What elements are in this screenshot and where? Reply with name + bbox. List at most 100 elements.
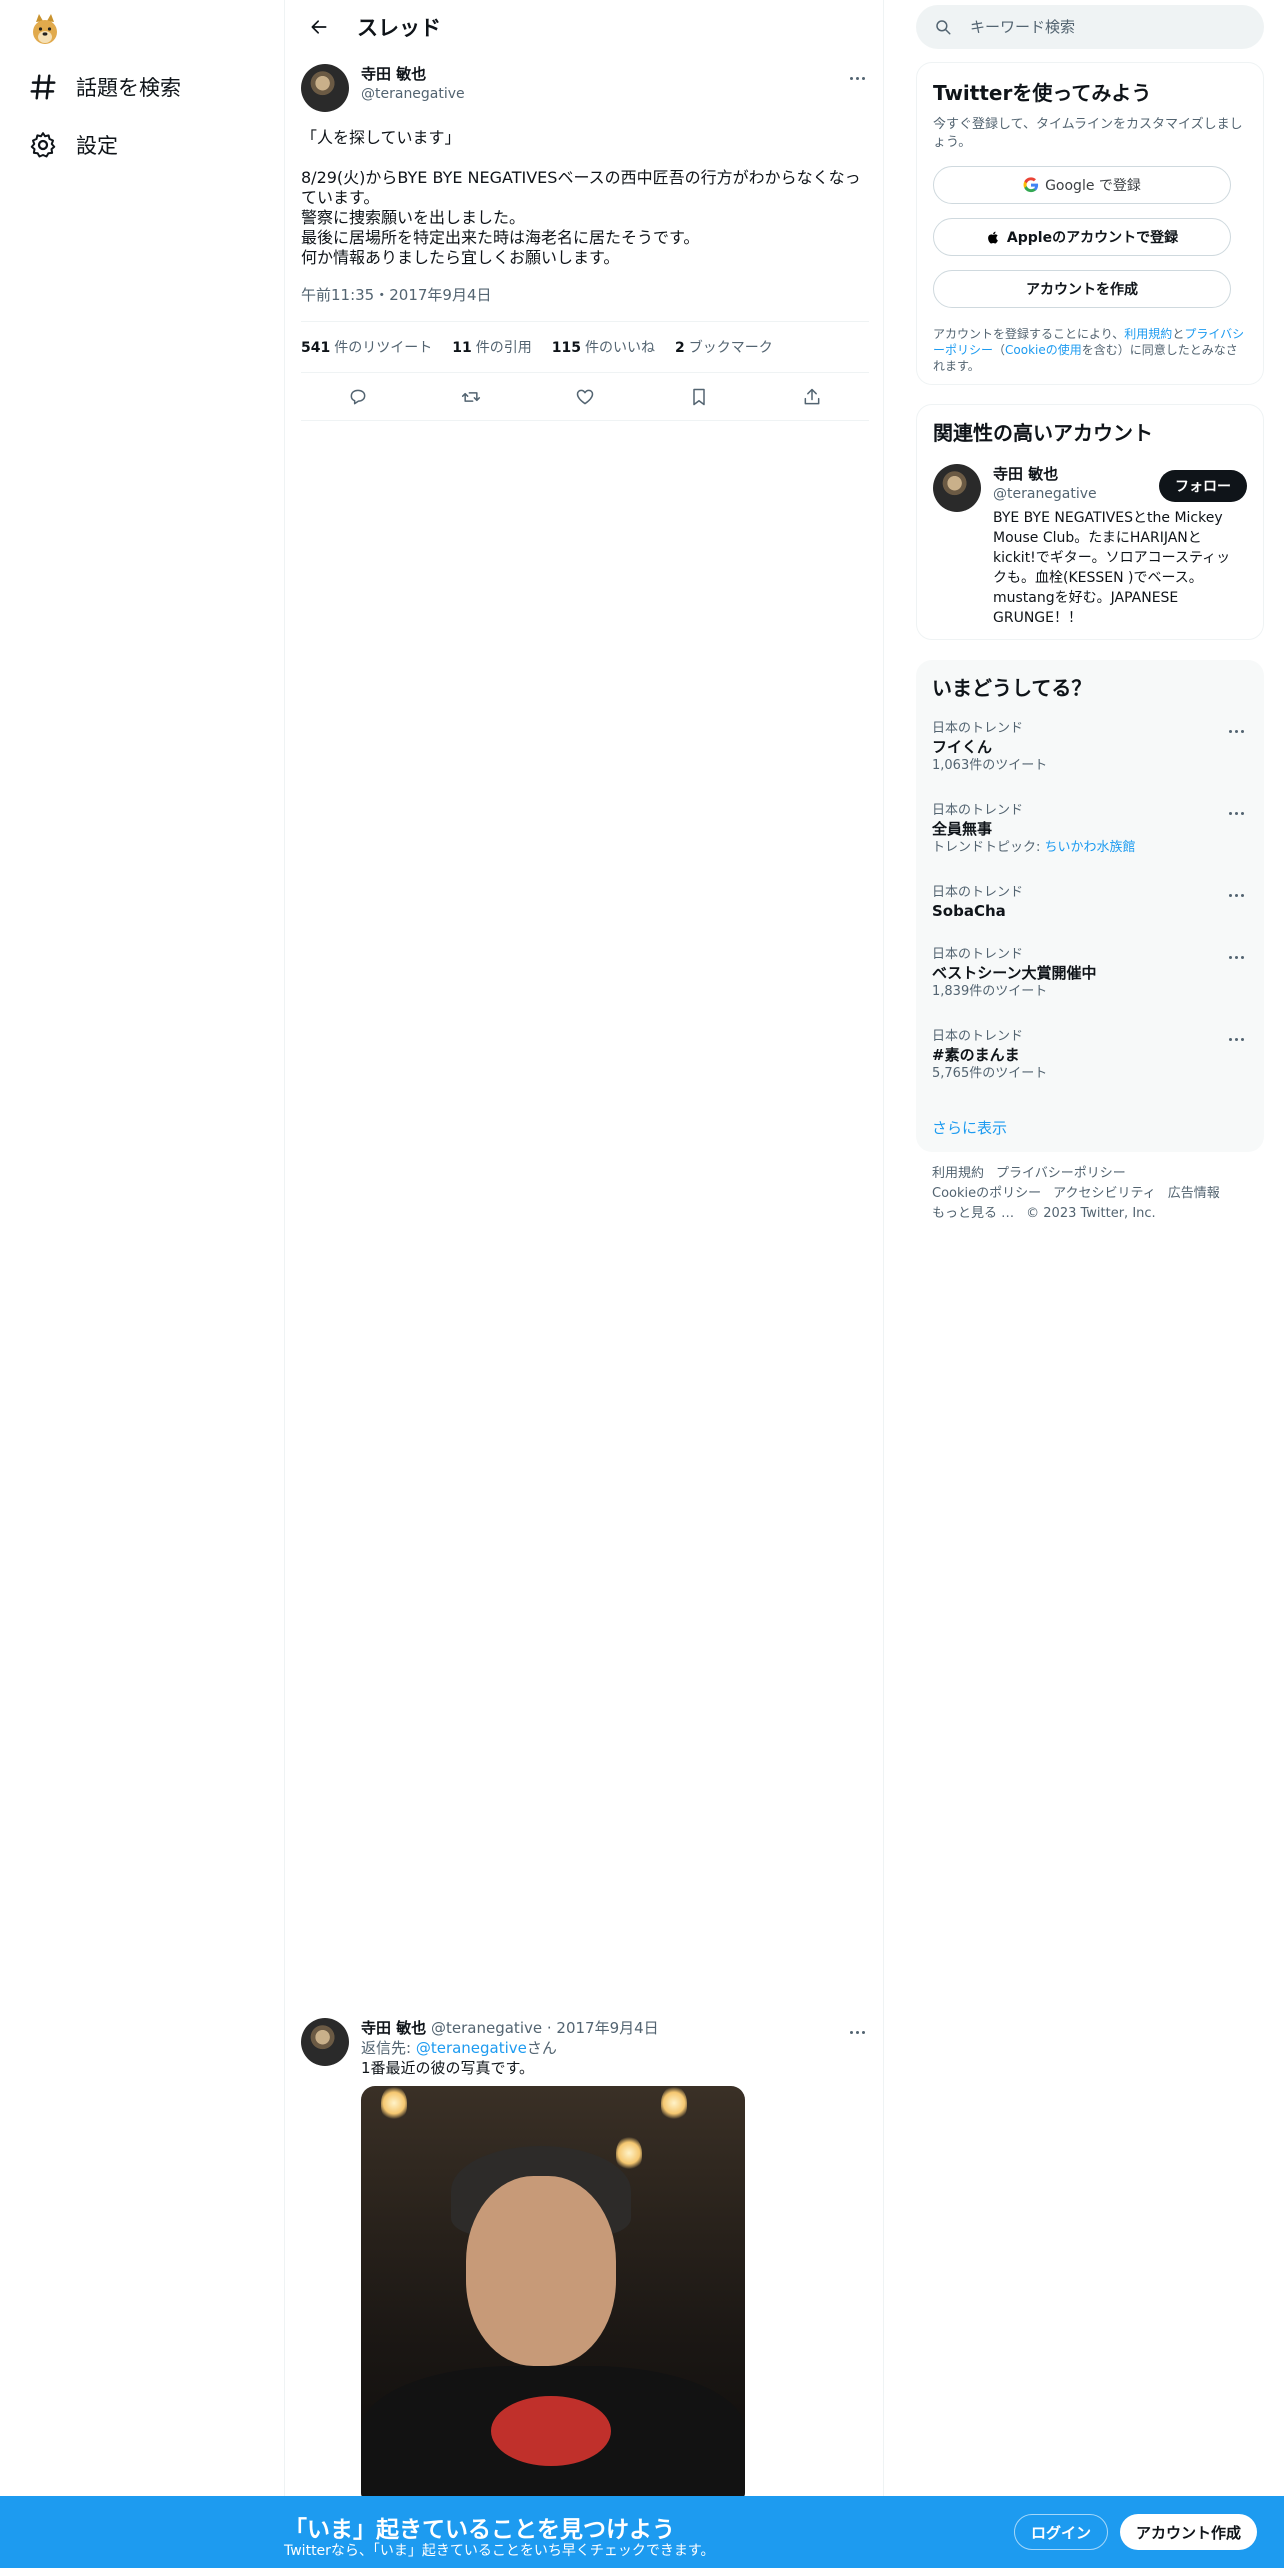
search-box[interactable] (916, 5, 1264, 49)
footer-copyright: © 2023 Twitter, Inc. (1026, 1206, 1156, 1221)
footer-cookie-link[interactable]: Cookieのポリシー (932, 1186, 1041, 1201)
stat-quotes[interactable]: 11 件の引用 (452, 337, 531, 357)
retweet-button[interactable] (453, 379, 489, 415)
trend-more-button[interactable] (1224, 885, 1248, 905)
separator-dot: · (542, 2019, 557, 2037)
tweet-timestamp[interactable]: 午前11:35・2017年9月4日 (301, 284, 869, 305)
trend-meta: 日本のトレンド (932, 947, 1024, 962)
bookmark-icon (692, 388, 705, 405)
trend-meta: 日本のトレンド (932, 721, 1024, 736)
avatar[interactable] (933, 464, 981, 512)
trend-item[interactable]: 日本のトレンド SobaCha (932, 885, 1248, 927)
trend-item[interactable]: 日本のトレンド #素のまんま 5,765件のツイート (932, 1029, 1248, 1091)
hashtag-icon (30, 74, 56, 100)
trend-item[interactable]: 日本のトレンド 全員無事 トレンドトピック: ちいかわ水族館 (932, 803, 1248, 865)
more-dots-icon (1228, 893, 1232, 897)
trend-count: 5,765件のツイート (932, 1066, 1048, 1081)
terms-link[interactable]: 利用規約 (1124, 327, 1172, 341)
bookmark-button[interactable] (681, 379, 717, 415)
footer-ads-link[interactable]: 広告情報 (1168, 1186, 1220, 1201)
apple-signup-label: Appleのアカウントで登録 (1006, 230, 1179, 246)
stat-retweets[interactable]: 541 件のリツイート (301, 337, 432, 357)
tweet-text: 「人を探しています」 8/29(火)からBYE BYE NEGATIVESベース… (301, 128, 861, 267)
stat-label: 件のリツイート (334, 340, 433, 356)
doge-logo-icon[interactable] (30, 12, 60, 46)
login-button[interactable]: ログイン (1014, 2514, 1109, 2550)
related-account[interactable]: 寺田 敏也 @teranegative BYE BYE NEGATIVESとth… (933, 464, 1247, 628)
trend-more-button[interactable] (1224, 803, 1248, 823)
arrow-left-icon (311, 19, 327, 34)
signup-title: Twitterを使ってみよう (933, 81, 1152, 105)
signup-subtitle: 今すぐ登録して、タイムラインをカスタマイズしましょう。 (933, 117, 1243, 150)
main-column: スレッド 寺田 敏也 @teranegative 「人を探しています」 8/29… (284, 0, 884, 2568)
nav-settings[interactable]: 設定 (28, 117, 118, 173)
legal-paren: （ (993, 343, 1006, 357)
reply-to-suffix: さん (526, 2039, 557, 2057)
trend-topic-link[interactable]: ちいかわ水族館 (1045, 840, 1136, 855)
nav-label-settings: 設定 (76, 134, 118, 158)
stat-count: 11 (452, 340, 472, 356)
trend-more-button[interactable] (1224, 947, 1248, 967)
legal-prefix: アカウントを登録することにより、 (933, 327, 1125, 341)
trend-name: #素のまんま (932, 1046, 1020, 1064)
cookie-link[interactable]: Cookieの使用 (1005, 343, 1082, 357)
footer-more-link[interactable]: もっと見る … (932, 1206, 1014, 1221)
page-title: スレッド (357, 15, 441, 40)
reply-text: 1番最近の彼の写真です。 (361, 2059, 535, 2077)
more-dots-icon (1228, 729, 1232, 733)
apple-icon (986, 230, 1001, 245)
reply-date[interactable]: 2017年9月4日 (556, 2019, 658, 2037)
nav-explore[interactable]: 話題を検索 (28, 59, 181, 115)
trend-more-button[interactable] (1224, 1029, 1248, 1049)
share-button[interactable] (794, 379, 830, 415)
stat-label: 件のいいね (584, 340, 655, 356)
create-account-button[interactable]: アカウントを作成 (933, 270, 1231, 308)
google-icon (1023, 177, 1039, 193)
footer-terms-link[interactable]: 利用規約 (932, 1166, 984, 1181)
avatar[interactable] (301, 64, 349, 112)
trend-meta: 日本のトレンド (932, 803, 1024, 818)
reply-tweet: 寺田 敏也 @teranegative · 2017年9月4日 返信先: @te… (301, 2018, 869, 2506)
reply-author-handle[interactable]: @teranegative (431, 2019, 542, 2037)
more-dots-icon (1228, 1037, 1232, 1041)
google-signup-label: Google で登録 (1045, 178, 1141, 194)
stat-bookmarks[interactable]: 2 ブックマーク (675, 337, 773, 357)
follow-button[interactable]: フォロー (1159, 470, 1247, 502)
footer-privacy-link[interactable]: プライバシーポリシー (996, 1166, 1126, 1181)
reply-to-prefix: 返信先: (361, 2039, 416, 2057)
stat-label: ブックマーク (688, 340, 773, 356)
reply-author-name[interactable]: 寺田 敏也 (361, 2019, 426, 2037)
trend-name: フイくん (932, 738, 993, 756)
footer-accessibility-link[interactable]: アクセシビリティ (1053, 1186, 1156, 1201)
more-options-button[interactable] (845, 68, 869, 88)
search-input[interactable] (970, 18, 1230, 36)
more-options-button[interactable] (845, 2022, 869, 2042)
banner-create-account-button[interactable]: アカウント作成 (1120, 2514, 1258, 2550)
google-signup-button[interactable]: Google で登録 (933, 166, 1231, 204)
tweet-stats: 541 件のリツイート 11 件の引用 115 件のいいね 2 ブックマーク (301, 321, 869, 373)
heart-icon (576, 389, 594, 404)
trend-item[interactable]: 日本のトレンド フイくん 1,063件のツイート (932, 721, 1248, 783)
tweet-author-handle[interactable]: @teranegative (361, 84, 465, 104)
related-account-bio: BYE BYE NEGATIVESとthe Mickey Mouse Club。… (993, 510, 1231, 626)
tweet-author-name[interactable]: 寺田 敏也 (361, 64, 465, 84)
reply-button[interactable] (340, 379, 376, 415)
trend-meta: 日本のトレンド (932, 885, 1024, 900)
share-icon (804, 388, 820, 404)
trend-more-button[interactable] (1224, 721, 1248, 741)
reply-to-link[interactable]: @teranegative (416, 2039, 527, 2057)
create-account-label: アカウントを作成 (1026, 282, 1138, 298)
tweet-photo[interactable] (361, 2086, 745, 2506)
avatar[interactable] (301, 2018, 349, 2066)
trend-item[interactable]: 日本のトレンド ベストシーン大賞開催中 1,839件のツイート (932, 947, 1248, 1009)
trends-card: いまどうしてる？ 日本のトレンド フイくん 1,063件のツイート 日本のトレン… (916, 660, 1264, 1152)
stat-likes[interactable]: 115 件のいいね (552, 337, 655, 357)
signup-banner: 「いま」起きていることを見つけよう Twitterなら、「いま」起きていることを… (0, 2496, 1284, 2568)
apple-signup-button[interactable]: Appleのアカウントで登録 (933, 218, 1231, 256)
show-more-link[interactable]: さらに表示 (932, 1117, 1007, 1138)
like-button[interactable] (567, 379, 603, 415)
trend-meta: 日本のトレンド (932, 1029, 1024, 1044)
nav-label-explore: 話題を検索 (76, 76, 181, 100)
back-button[interactable] (301, 9, 337, 45)
left-nav: 話題を検索 設定 (0, 0, 284, 2568)
